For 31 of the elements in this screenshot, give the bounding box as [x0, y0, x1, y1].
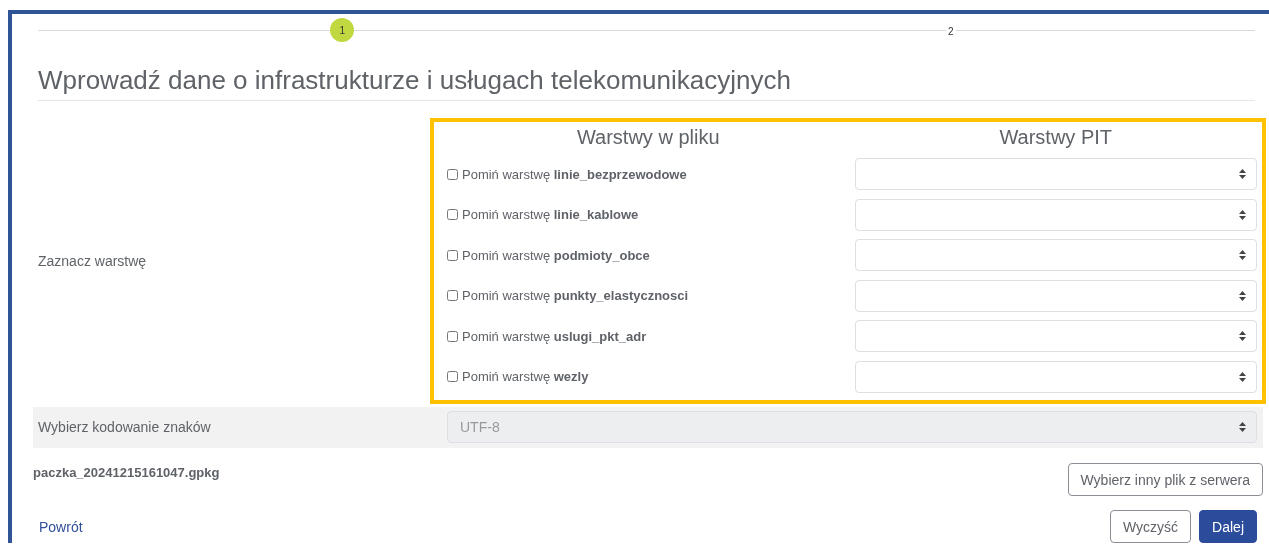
sort-arrows-icon [1239, 209, 1246, 220]
step-indicator: 2 [945, 24, 956, 38]
skip-checkbox[interactable] [447, 290, 458, 302]
sort-arrows-icon [1239, 422, 1246, 433]
sort-arrows-icon [1239, 169, 1246, 180]
page-title: Wprowadź dane o infrastrukturze i usługach telekomunikacyjnych [38, 63, 1255, 101]
checkbox-label: Pomiń warstwę podmioty_obce [462, 247, 650, 263]
skip-checkbox[interactable] [447, 249, 458, 261]
skip-checkbox[interactable] [447, 209, 458, 221]
skip-checkbox[interactable] [447, 371, 458, 383]
field-label: Zaznacz warstwę [38, 252, 147, 269]
column-heading: Warstwy w pliku [575, 126, 721, 150]
column-heading: Warstwy PIT [998, 126, 1114, 150]
sort-arrows-icon [1239, 290, 1246, 301]
sort-arrows-icon [1239, 331, 1246, 342]
checkbox-label: Pomiń warstwę linie_kablowe [462, 207, 639, 223]
checkbox-label: Pomiń warstwę punkty_elastycznosci [462, 288, 689, 304]
choose-file-button[interactable]: Wybierz inny plik z serwera [1067, 463, 1263, 496]
checkbox-label: Pomiń warstwę wezly [462, 369, 589, 385]
skip-checkbox[interactable] [447, 330, 458, 342]
back-link[interactable]: Powrót [39, 518, 83, 535]
step-indicator: 1 [330, 18, 355, 42]
checkbox-label: Pomiń warstwę linie_bezprzewodowe [462, 166, 687, 182]
file-name: paczka_20241215161047.gpkg [33, 465, 220, 480]
sort-arrows-icon [1239, 250, 1246, 261]
checkbox-label: Pomiń warstwę uslugi_pkt_adr [462, 328, 647, 344]
field-label: Wybierz kodowanie znaków [38, 419, 211, 436]
skip-checkbox[interactable] [447, 168, 458, 180]
next-button[interactable]: Dalej [1199, 510, 1257, 543]
clear-button[interactable]: Wyczyść [1110, 510, 1192, 543]
sort-arrows-icon [1239, 371, 1246, 382]
